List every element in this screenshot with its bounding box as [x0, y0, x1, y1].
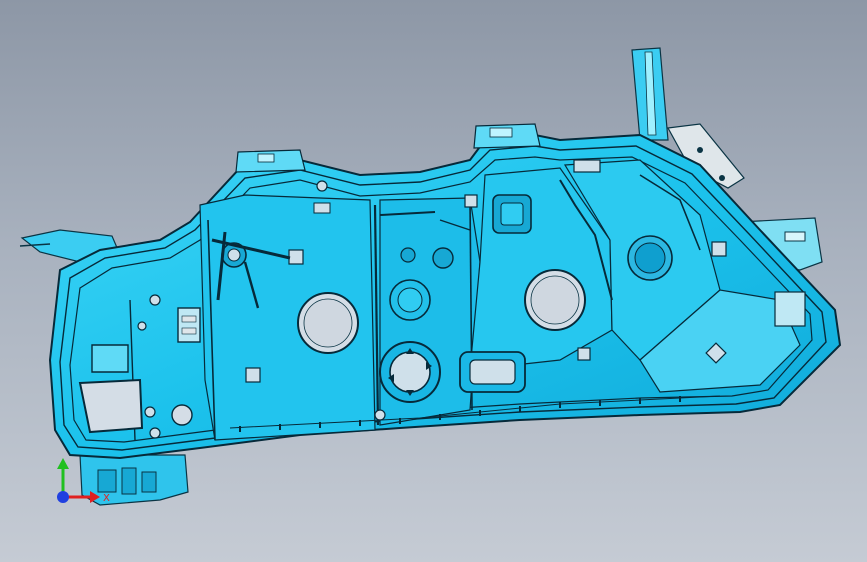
x-axis-label: X [103, 493, 110, 504]
headlamp-housing-model[interactable] [0, 0, 867, 562]
coordinate-triad: X [57, 458, 110, 504]
z-axis-origin [57, 491, 69, 503]
cad-3d-viewport[interactable]: X [0, 0, 867, 562]
